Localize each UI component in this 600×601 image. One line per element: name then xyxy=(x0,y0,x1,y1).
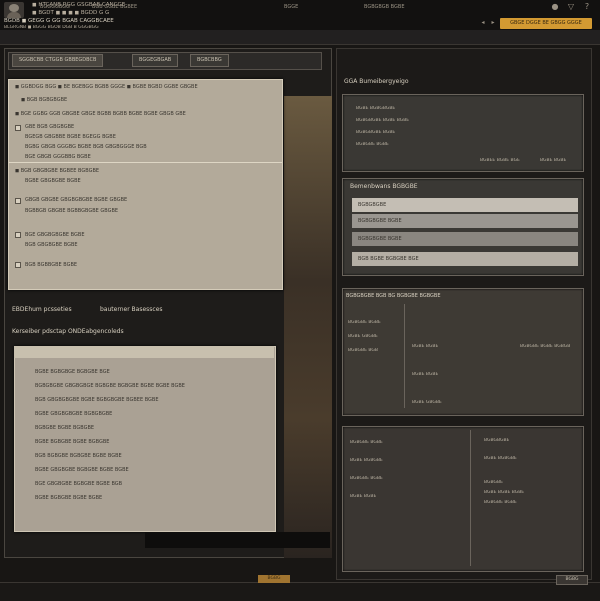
bottom-button-2[interactable]: BGBG xyxy=(556,575,588,585)
primary-action-button[interactable]: GBGE DGGE BE GBGG GGGE xyxy=(500,18,592,29)
primary-action-label: GBGE DGGE BE GBGG GGGE xyxy=(510,20,582,26)
section-title-1: GGA Bumeibergyeigo xyxy=(344,78,409,85)
dialog-footer xyxy=(145,532,330,548)
section-label-right: bauterner Basessces xyxy=(100,306,163,313)
properties-dialog: BGBE BGBGBGE BGBGBE BGE BGBGBGBE GBGBGBG… xyxy=(14,346,276,532)
dialog-row: BGBE BGBGBE BGBE BGBGBE xyxy=(35,439,110,445)
dialog-row: BGEGB GBGBBE BGBE BGEGG BGBE xyxy=(25,134,116,140)
nav-arrow-right-icon[interactable]: ▸ xyxy=(488,18,498,28)
dialog-row: BGBE BGBGBGE BGBGBE BGE xyxy=(35,369,110,375)
summary-row: BGBE BGBGBGBE xyxy=(356,106,396,111)
subbar-tab-2[interactable]: BGB GGBE BGBEE xyxy=(88,2,141,12)
settings-dialog: ◼ GGBDGG BGG ◼ BE BGEBGG BGBB GGGE ◼ BGB… xyxy=(8,79,283,290)
section-title-2: Bemenbwans BGBGBE xyxy=(350,183,418,190)
option-checkbox[interactable] xyxy=(15,232,21,238)
tab-details[interactable]: BGGEGBGAB xyxy=(132,54,179,67)
detail-row: BGBGBE BGBE BGBGB xyxy=(520,344,571,349)
dialog-row: BGBE GBGBGBE BGBE xyxy=(25,178,81,184)
secondary-toolbar xyxy=(0,30,600,45)
detail-row: BGBE BGBE xyxy=(412,372,439,377)
section-label-left: EBDEhum pcsseties xyxy=(12,306,72,313)
dialog-row: BGBE GBGBGBGBE BGBGBGBE xyxy=(35,411,113,417)
column-divider xyxy=(404,304,405,408)
option-checkbox[interactable] xyxy=(15,198,21,204)
dialog-row: ◼ GGBDGG BGG ◼ BE BGEBGG BGBB GGGE ◼ BGB… xyxy=(15,84,198,90)
info-row: BGBE BGBE BGBE xyxy=(484,490,525,495)
summary-row: BGBGBGBE BGBE xyxy=(356,130,396,135)
dialog-row: BGE GBGBGBGBE BGBE xyxy=(25,232,85,238)
dialog-row: BGBBGB GBGBE BGBBGBGBE GBGBE xyxy=(25,208,119,214)
detail-row: BGBE BGBE xyxy=(412,344,439,349)
dialog-row: BGBE GBGBGBE BGBGBE BGBE BGBE xyxy=(35,467,129,473)
dialog-row: BGBE BGBGBE BGBE BGBE xyxy=(35,495,103,501)
info-box xyxy=(342,426,584,572)
dialog-row: GBE BGB GBGBGBE xyxy=(25,124,75,130)
option-checkbox[interactable] xyxy=(15,125,21,131)
dialog-divider xyxy=(9,162,282,163)
help-icon[interactable]: ? xyxy=(582,2,592,12)
tab-general[interactable]: SGGBCBB CTGGB GBBEGDBCB xyxy=(12,54,104,67)
dialog-row: BGB BGBBGBE BGBE xyxy=(25,262,78,268)
subbar-tab-3[interactable]: BGGE xyxy=(280,2,302,12)
list-item[interactable]: BGB BGBE BGBGBE BGE xyxy=(352,252,578,266)
info-row: BGBGBGBE xyxy=(484,438,510,443)
dialog-title-bar[interactable] xyxy=(14,346,274,358)
dialog-row: ◼ BGB GBGBGBE BGBEE BGBGBE xyxy=(15,168,100,174)
detail-row: BGBE GBGBE xyxy=(348,334,378,339)
detail-row: BGBGBE BGBE xyxy=(348,320,381,325)
dialog-row: BGBGBE BGBE BGBGBE xyxy=(35,425,95,431)
summary-footer: BGBE BGBE xyxy=(540,158,567,163)
background-photo xyxy=(284,96,332,558)
detail-row: BGBGBE BGB xyxy=(348,348,378,353)
dialog-row: ◼ BGE GGBG GGB GBGBE GBGE BGBB BGBB BGBE… xyxy=(15,111,186,117)
dialog-row: BGE GBGB GGGBBG BGBE xyxy=(25,154,91,160)
nav-arrow-icon[interactable]: ◂ xyxy=(478,18,488,28)
detail-box xyxy=(342,288,584,416)
column-divider xyxy=(470,430,471,566)
list-item[interactable]: BGBGBGBE BGBE xyxy=(352,214,578,228)
info-row: BGBE BGBE xyxy=(350,494,377,499)
list-item[interactable]: BGBGBGBE xyxy=(352,198,578,212)
info-row: BGBGBE xyxy=(484,480,503,485)
status-bar xyxy=(0,582,600,601)
bell-icon[interactable]: ● xyxy=(550,2,560,12)
filter-icon[interactable]: ▽ xyxy=(566,2,576,12)
dialog-row: BGBG GBGB GGGBG BGBE BGB GBGBGGGE BGB xyxy=(25,144,147,150)
info-row: BGBGBE BGBE xyxy=(350,476,383,481)
dialog-row: GBGB GBGBE GBGBGBGBE BGBE GBGBE xyxy=(25,197,128,203)
summary-footer: BGBEE BGBE BGE xyxy=(480,158,520,163)
info-row: BGBGBE BGBE xyxy=(350,440,383,445)
info-row: BGBGBE BGBE xyxy=(484,500,517,505)
list-item[interactable]: BGBGBGBE BGBE xyxy=(352,232,578,246)
option-checkbox[interactable] xyxy=(15,262,21,268)
dialog-row: BGB GBGBGBGBE BGBE BGBGBGBE BGBEE BGBE xyxy=(35,397,159,403)
subbar-tab-4[interactable]: BGBGBGB BGBE xyxy=(360,2,408,12)
tab-options[interactable]: BGBCBBG xyxy=(190,54,229,67)
dialog-row: BGB GBGBGBE BGBE xyxy=(25,242,78,248)
summary-row: BGBGBGBE BGBE BGBE xyxy=(356,118,410,123)
top-info-line-3: BGDB ◼ GEGG G GG BGAB CAGGBCAEE xyxy=(4,18,114,24)
subbar-tab-1[interactable]: BGGGGBGG xyxy=(36,2,74,12)
dialog-row: BGBGBGBE GBGBGBGE BGBGBE BGBGBE BGBE BGB… xyxy=(35,383,185,389)
dialog-row: BGE GBGBGBE BGBGBE BGBE BGB xyxy=(35,481,123,487)
dialog-row: BGB BGBGBE BGBGBE BGBE BGBE xyxy=(35,453,122,459)
summary-row: BGBGBE BGBE xyxy=(356,142,389,147)
info-row: BGBE BGBGBE xyxy=(350,458,383,463)
detail-row: BGBE GBGBE xyxy=(412,400,442,405)
section-heading: Kerseiber pdsctap ONDEabgencoleds xyxy=(12,328,124,335)
avatar[interactable] xyxy=(4,2,24,18)
section-title-3: BGBGBGBE BGB BG BGBGBE BGBGBE xyxy=(346,293,441,299)
bottom-button-1[interactable]: BGBG xyxy=(258,575,290,583)
info-row: BGBE BGBGBE xyxy=(484,456,517,461)
dialog-row: ◼ BGB BGBGBGBE xyxy=(21,97,68,103)
